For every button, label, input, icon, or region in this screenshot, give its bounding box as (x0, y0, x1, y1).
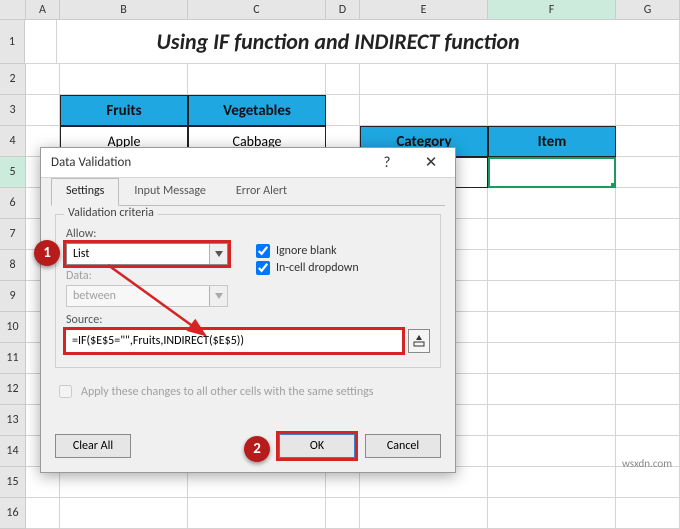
ignore-blank-label: Ignore blank (276, 244, 337, 258)
incell-label: In-cell dropdown (276, 261, 359, 275)
colhdr-d[interactable]: D (326, 0, 360, 20)
ok-button[interactable]: OK (279, 434, 355, 458)
hdr-vegetables[interactable]: Vegetables (188, 95, 326, 126)
colhdr-c[interactable]: C (188, 0, 326, 20)
cell-f5-active[interactable] (488, 157, 616, 188)
tab-input-message[interactable]: Input Message (119, 178, 221, 206)
rowhdr-4[interactable]: 4 (0, 126, 26, 157)
tab-error-alert[interactable]: Error Alert (221, 178, 302, 206)
apply-all-label: Apply these changes to all other cells w… (81, 385, 373, 399)
close-button[interactable]: ✕ (409, 149, 453, 177)
annotation-marker-1: 1 (34, 240, 60, 266)
help-button[interactable]: ? (365, 149, 409, 177)
page-title[interactable]: Using IF function and INDIRECT function (57, 20, 619, 64)
data-validation-dialog: Data Validation ? ✕ Settings Input Messa… (40, 147, 456, 473)
data-value: between (73, 289, 116, 303)
rowhdr-5[interactable]: 5 (0, 157, 26, 188)
group-title: Validation criteria (64, 206, 158, 220)
cancel-button[interactable]: Cancel (365, 434, 441, 458)
chevron-down-icon (209, 244, 227, 264)
rowhdr-3[interactable]: 3 (0, 95, 26, 126)
dialog-title: Data Validation (51, 155, 365, 170)
allow-label: Allow: (66, 227, 236, 241)
ignore-blank-checkbox[interactable]: Ignore blank (256, 244, 359, 258)
clear-all-button[interactable]: Clear All (55, 434, 131, 458)
rowhdr-1[interactable]: 1 (0, 20, 25, 64)
source-label: Source: (66, 313, 430, 327)
colhdr-g[interactable]: G (616, 0, 680, 20)
colhdr-f[interactable]: F (488, 0, 616, 20)
hdr-item[interactable]: Item (488, 126, 616, 157)
colhdr-b[interactable]: B (60, 0, 188, 20)
rowhdr-2[interactable]: 2 (0, 64, 26, 95)
range-picker-button[interactable] (408, 329, 430, 353)
chevron-down-icon (209, 286, 227, 306)
allow-value: List (73, 247, 89, 261)
dialog-titlebar[interactable]: Data Validation ? ✕ (41, 148, 455, 178)
select-all-corner[interactable] (0, 0, 26, 20)
allow-dropdown[interactable]: List (66, 243, 228, 265)
column-headers: A B C D E F G (0, 0, 680, 20)
annotation-marker-2: 2 (244, 436, 270, 462)
tab-settings[interactable]: Settings (51, 178, 119, 206)
data-dropdown: between (66, 285, 228, 307)
collapse-dialog-icon (413, 335, 425, 347)
validation-criteria-group: Validation criteria Allow: List Data: be… (55, 214, 441, 368)
watermark: wsxdn.com (622, 457, 672, 470)
incell-dropdown-checkbox[interactable]: In-cell dropdown (256, 261, 359, 275)
dialog-tabs: Settings Input Message Error Alert (41, 178, 455, 206)
apply-all-checkbox: Apply these changes to all other cells w… (55, 382, 441, 401)
hdr-fruits[interactable]: Fruits (60, 95, 188, 126)
data-label: Data: (66, 269, 236, 283)
colhdr-a[interactable]: A (26, 0, 60, 20)
colhdr-e[interactable]: E (360, 0, 488, 20)
source-input[interactable] (66, 330, 402, 352)
settings-panel: Validation criteria Allow: List Data: be… (41, 206, 455, 411)
